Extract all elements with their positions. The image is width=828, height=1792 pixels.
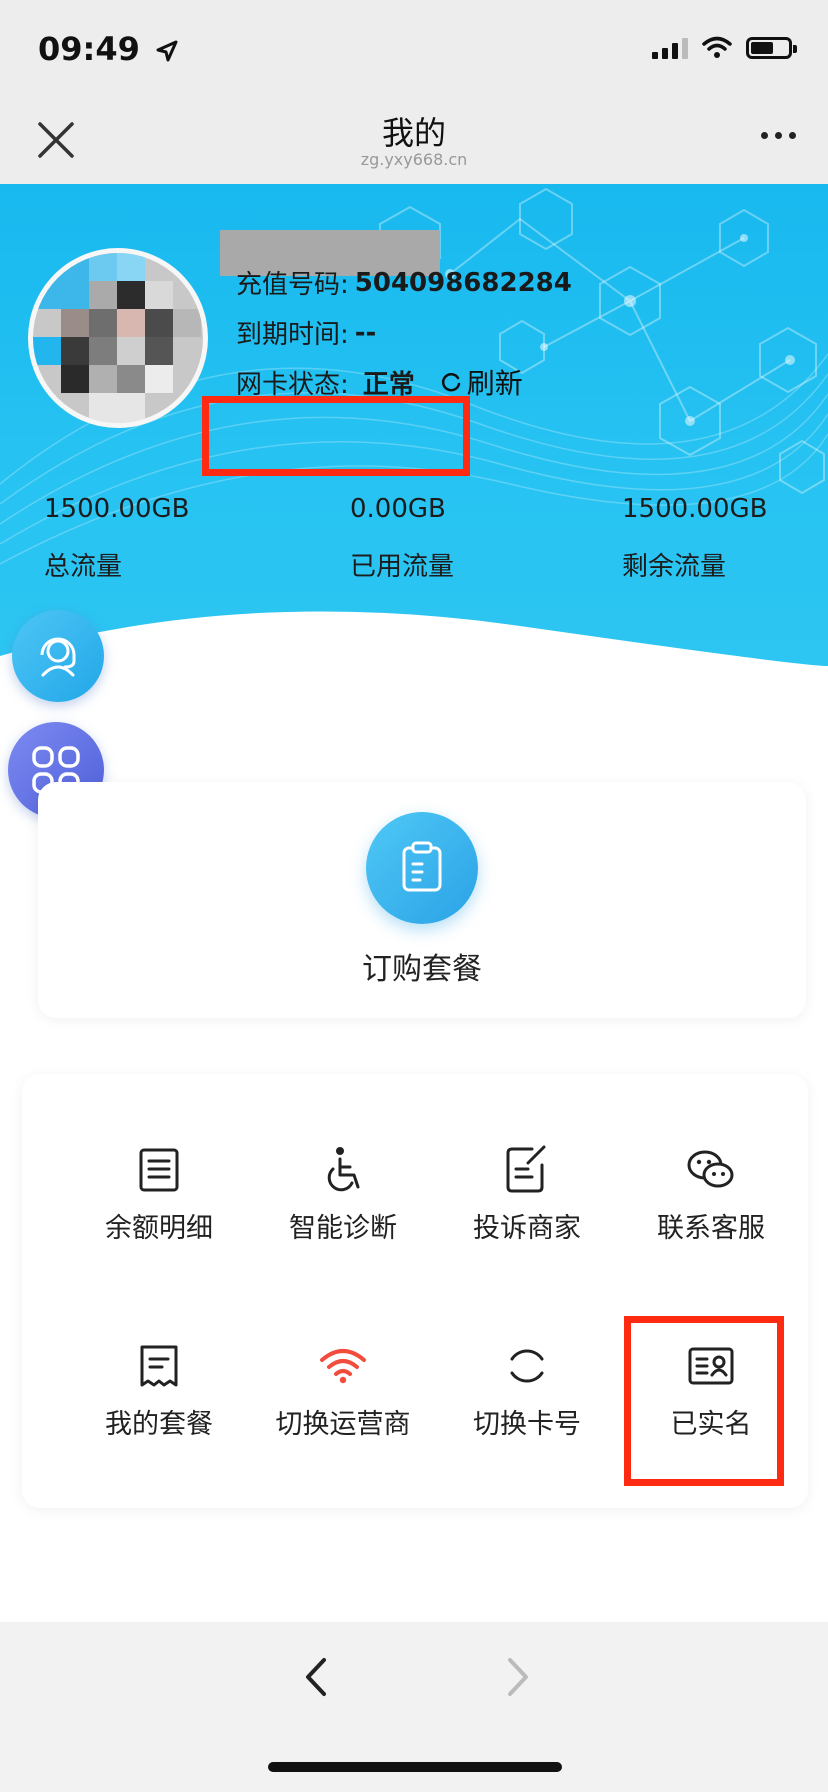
card-status-value: 正常 bbox=[362, 369, 415, 400]
expiry-value: -- bbox=[354, 317, 377, 348]
menu-item-switch-card[interactable]: 切换卡号 bbox=[432, 1336, 622, 1496]
real-name-highlight bbox=[624, 1316, 784, 1486]
back-arrow-icon[interactable] bbox=[296, 1652, 336, 1702]
menu-label-smart-diagnosis: 智能诊断 bbox=[289, 1213, 397, 1244]
headset-icon bbox=[40, 637, 76, 677]
menu-label-switch-carrier: 切换运营商 bbox=[275, 1409, 411, 1440]
card-status-highlight bbox=[202, 396, 470, 476]
balance-detail-icon bbox=[129, 1140, 189, 1200]
menu-label-switch-card: 切换卡号 bbox=[473, 1409, 581, 1440]
order-package-card[interactable]: 订购套餐 bbox=[38, 782, 806, 1018]
app-screen: 09:49 我的 zg.yxy668.cn 充值号码: 504098682284… bbox=[0, 0, 828, 1792]
menu-item-complaint[interactable]: 投诉商家 bbox=[432, 1140, 622, 1300]
header-wave bbox=[0, 611, 828, 716]
expiry-row: 到期时间: -- bbox=[236, 314, 376, 351]
switch-card-icon bbox=[497, 1336, 557, 1396]
avatar[interactable] bbox=[28, 248, 208, 428]
accessibility-icon bbox=[313, 1140, 373, 1200]
complaint-icon bbox=[497, 1140, 557, 1200]
location-arrow-icon bbox=[156, 40, 178, 62]
cell-signal-icon bbox=[652, 37, 688, 59]
total-traffic-label: 总流量 bbox=[44, 552, 123, 582]
receipt-icon bbox=[129, 1336, 189, 1396]
menu-item-balance-detail[interactable]: 余额明细 bbox=[64, 1140, 254, 1300]
menu-item-switch-carrier[interactable]: 切换运营商 bbox=[248, 1336, 438, 1496]
menu-item-smart-diagnosis[interactable]: 智能诊断 bbox=[248, 1140, 438, 1300]
home-indicator bbox=[268, 1762, 562, 1772]
remaining-traffic-value: 1500.00GB bbox=[622, 494, 768, 524]
used-traffic-label: 已用流量 bbox=[350, 552, 455, 582]
recharge-number-row: 充值号码: 504098682284 bbox=[236, 264, 572, 301]
battery-icon bbox=[746, 37, 797, 59]
customer-service-float-button[interactable] bbox=[12, 610, 104, 702]
wifi-status-icon bbox=[702, 36, 732, 58]
page-title: 我的 bbox=[381, 114, 446, 152]
menu-item-contact-service[interactable]: 联系客服 bbox=[616, 1140, 806, 1300]
menu-label-complaint: 投诉商家 bbox=[473, 1213, 581, 1244]
total-traffic-value: 1500.00GB bbox=[44, 494, 190, 524]
menu-item-my-package[interactable]: 我的套餐 bbox=[64, 1336, 254, 1496]
page-url: zg.yxy668.cn bbox=[360, 150, 468, 169]
wechat-icon bbox=[681, 1140, 741, 1200]
refresh-icon bbox=[441, 373, 461, 392]
order-package-label: 订购套餐 bbox=[362, 952, 482, 987]
menu-label-balance-detail: 余额明细 bbox=[105, 1213, 213, 1244]
nav-bar: 我的 zg.yxy668.cn bbox=[0, 96, 828, 184]
menu-label-contact-service: 联系客服 bbox=[657, 1213, 765, 1244]
expiry-label: 到期时间: bbox=[236, 320, 349, 350]
used-traffic-value: 0.00GB bbox=[350, 494, 446, 524]
forward-arrow-icon[interactable] bbox=[498, 1652, 538, 1702]
status-bar: 09:49 bbox=[0, 0, 828, 96]
menu-label-my-package: 我的套餐 bbox=[105, 1409, 213, 1440]
more-icon[interactable] bbox=[761, 132, 796, 139]
recharge-number-label: 充值号码: bbox=[236, 270, 349, 300]
recharge-number-value: 504098682284 bbox=[354, 267, 572, 298]
status-indicators bbox=[652, 36, 797, 60]
order-package-icon bbox=[366, 812, 478, 924]
wifi-icon bbox=[313, 1336, 373, 1396]
remaining-traffic-label: 剩余流量 bbox=[622, 552, 727, 582]
status-time-text: 09:49 bbox=[38, 30, 140, 68]
status-time: 09:49 bbox=[38, 30, 179, 68]
card-status-label: 网卡状态: bbox=[236, 369, 349, 400]
refresh-label: 刷新 bbox=[466, 367, 523, 400]
